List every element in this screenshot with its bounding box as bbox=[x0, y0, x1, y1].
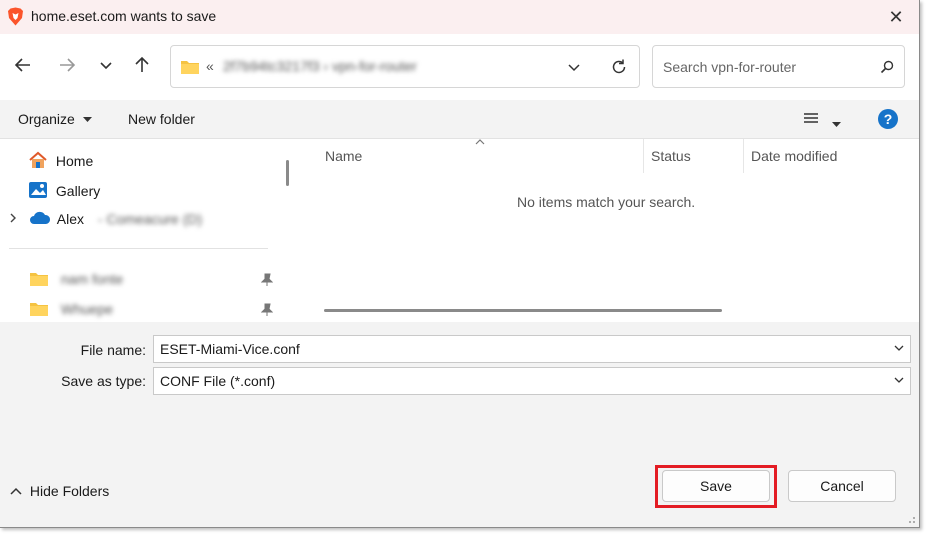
sidebar-item-label: Gallery bbox=[55, 183, 101, 199]
sidebar-item-label: Home bbox=[55, 153, 94, 169]
title-bar: home.eset.com wants to save ✕ bbox=[0, 0, 919, 34]
save-button-highlight bbox=[655, 465, 777, 508]
address-prefix: « bbox=[206, 58, 214, 74]
navigation-pane: Home Gallery Alex - Comeacure (D) nam fo… bbox=[0, 139, 298, 322]
search-placeholder: Search vpn-for-router bbox=[663, 59, 797, 75]
view-options-caret-down-icon[interactable] bbox=[832, 115, 841, 131]
hide-folders-button[interactable]: Hide Folders bbox=[10, 483, 109, 499]
command-toolbar: Organize New folder bbox=[0, 100, 919, 139]
hide-folders-label: Hide Folders bbox=[29, 483, 110, 499]
up-arrow-icon[interactable] bbox=[130, 55, 154, 79]
gallery-icon bbox=[29, 182, 47, 198]
file-name-label: File name: bbox=[80, 342, 146, 358]
organize-button[interactable]: Organize bbox=[18, 111, 92, 127]
resize-grip-icon[interactable] bbox=[906, 514, 916, 524]
recent-locations-chevron-down-icon[interactable] bbox=[94, 55, 118, 79]
column-header-name[interactable]: Name bbox=[325, 148, 362, 164]
file-name-chevron-down-icon[interactable] bbox=[893, 341, 905, 355]
sidebar-item-home[interactable]: Home bbox=[28, 151, 93, 169]
sidebar-item-pinned-folder[interactable]: nam fonte bbox=[29, 271, 123, 287]
folder-icon bbox=[30, 273, 48, 286]
navigation-pane-scrollbar[interactable] bbox=[286, 160, 289, 186]
pin-icon bbox=[261, 273, 273, 286]
refresh-icon[interactable] bbox=[609, 57, 629, 77]
brave-logo-icon bbox=[8, 7, 23, 26]
save-as-type-chevron-down-icon[interactable] bbox=[893, 373, 905, 387]
dialog-title: home.eset.com wants to save bbox=[31, 8, 217, 24]
expand-chevron-right-icon[interactable] bbox=[9, 212, 17, 224]
search-input[interactable]: Search vpn-for-router bbox=[652, 45, 905, 88]
folder-icon bbox=[181, 61, 199, 74]
sidebar-item-label: Whuepe bbox=[60, 301, 114, 317]
address-dropdown-chevron-down-icon[interactable] bbox=[567, 60, 581, 74]
sidebar-item-pinned-folder[interactable]: Whuepe bbox=[29, 301, 113, 317]
list-view-icon[interactable] bbox=[803, 111, 819, 128]
column-header-status[interactable]: Status bbox=[651, 148, 691, 164]
sidebar-item-alex[interactable]: Alex - Comeacure (D) bbox=[9, 211, 202, 227]
help-button[interactable]: ? bbox=[878, 109, 898, 129]
forward-arrow-icon[interactable] bbox=[55, 55, 79, 79]
cloud-icon bbox=[29, 211, 50, 224]
save-dialog: home.eset.com wants to save ✕ « 2f7b94tc… bbox=[0, 0, 920, 528]
caret-down-icon bbox=[82, 117, 92, 123]
sidebar-item-label: nam fonte bbox=[60, 271, 124, 287]
address-path[interactable]: 2f7b94tc3217f3 › vpn-for-router bbox=[223, 58, 417, 74]
save-options-form: File name: ESET-Miami-Vice.conf Save as … bbox=[0, 322, 919, 448]
back-arrow-icon[interactable] bbox=[11, 55, 35, 79]
file-list-horizontal-scrollbar[interactable] bbox=[324, 309, 722, 312]
home-icon bbox=[29, 151, 47, 168]
column-divider[interactable] bbox=[743, 139, 744, 173]
sidebar-item-label: Alex bbox=[56, 211, 85, 227]
close-icon[interactable]: ✕ bbox=[884, 5, 908, 29]
divider bbox=[9, 248, 268, 249]
sidebar-item-gallery[interactable]: Gallery bbox=[28, 181, 100, 199]
sort-ascending-icon bbox=[475, 139, 485, 145]
save-as-type-select[interactable]: CONF File (*.conf) bbox=[153, 367, 911, 395]
column-divider[interactable] bbox=[643, 139, 644, 173]
pin-icon bbox=[261, 303, 273, 316]
column-header-date-modified[interactable]: Date modified bbox=[751, 148, 837, 164]
empty-results-message: No items match your search. bbox=[517, 194, 696, 210]
save-as-type-value: CONF File (*.conf) bbox=[160, 373, 276, 389]
new-folder-button[interactable]: New folder bbox=[128, 111, 195, 127]
dialog-footer: Hide Folders Save Cancel bbox=[0, 448, 919, 527]
file-name-value: ESET-Miami-Vice.conf bbox=[160, 341, 300, 357]
chevron-up-icon bbox=[10, 487, 22, 495]
folder-icon bbox=[30, 303, 48, 316]
organize-label: Organize bbox=[18, 111, 75, 127]
address-bar[interactable]: « 2f7b94tc3217f3 › vpn-for-router bbox=[170, 45, 640, 88]
sidebar-item-sublabel: - Comeacure (D) bbox=[97, 211, 203, 227]
cancel-button[interactable]: Cancel bbox=[788, 470, 896, 502]
file-name-field[interactable]: ESET-Miami-Vice.conf bbox=[153, 335, 911, 363]
file-list: Name Status Date modified No items match… bbox=[303, 139, 919, 322]
search-icon[interactable] bbox=[880, 60, 894, 74]
save-as-type-label: Save as type: bbox=[61, 373, 146, 389]
